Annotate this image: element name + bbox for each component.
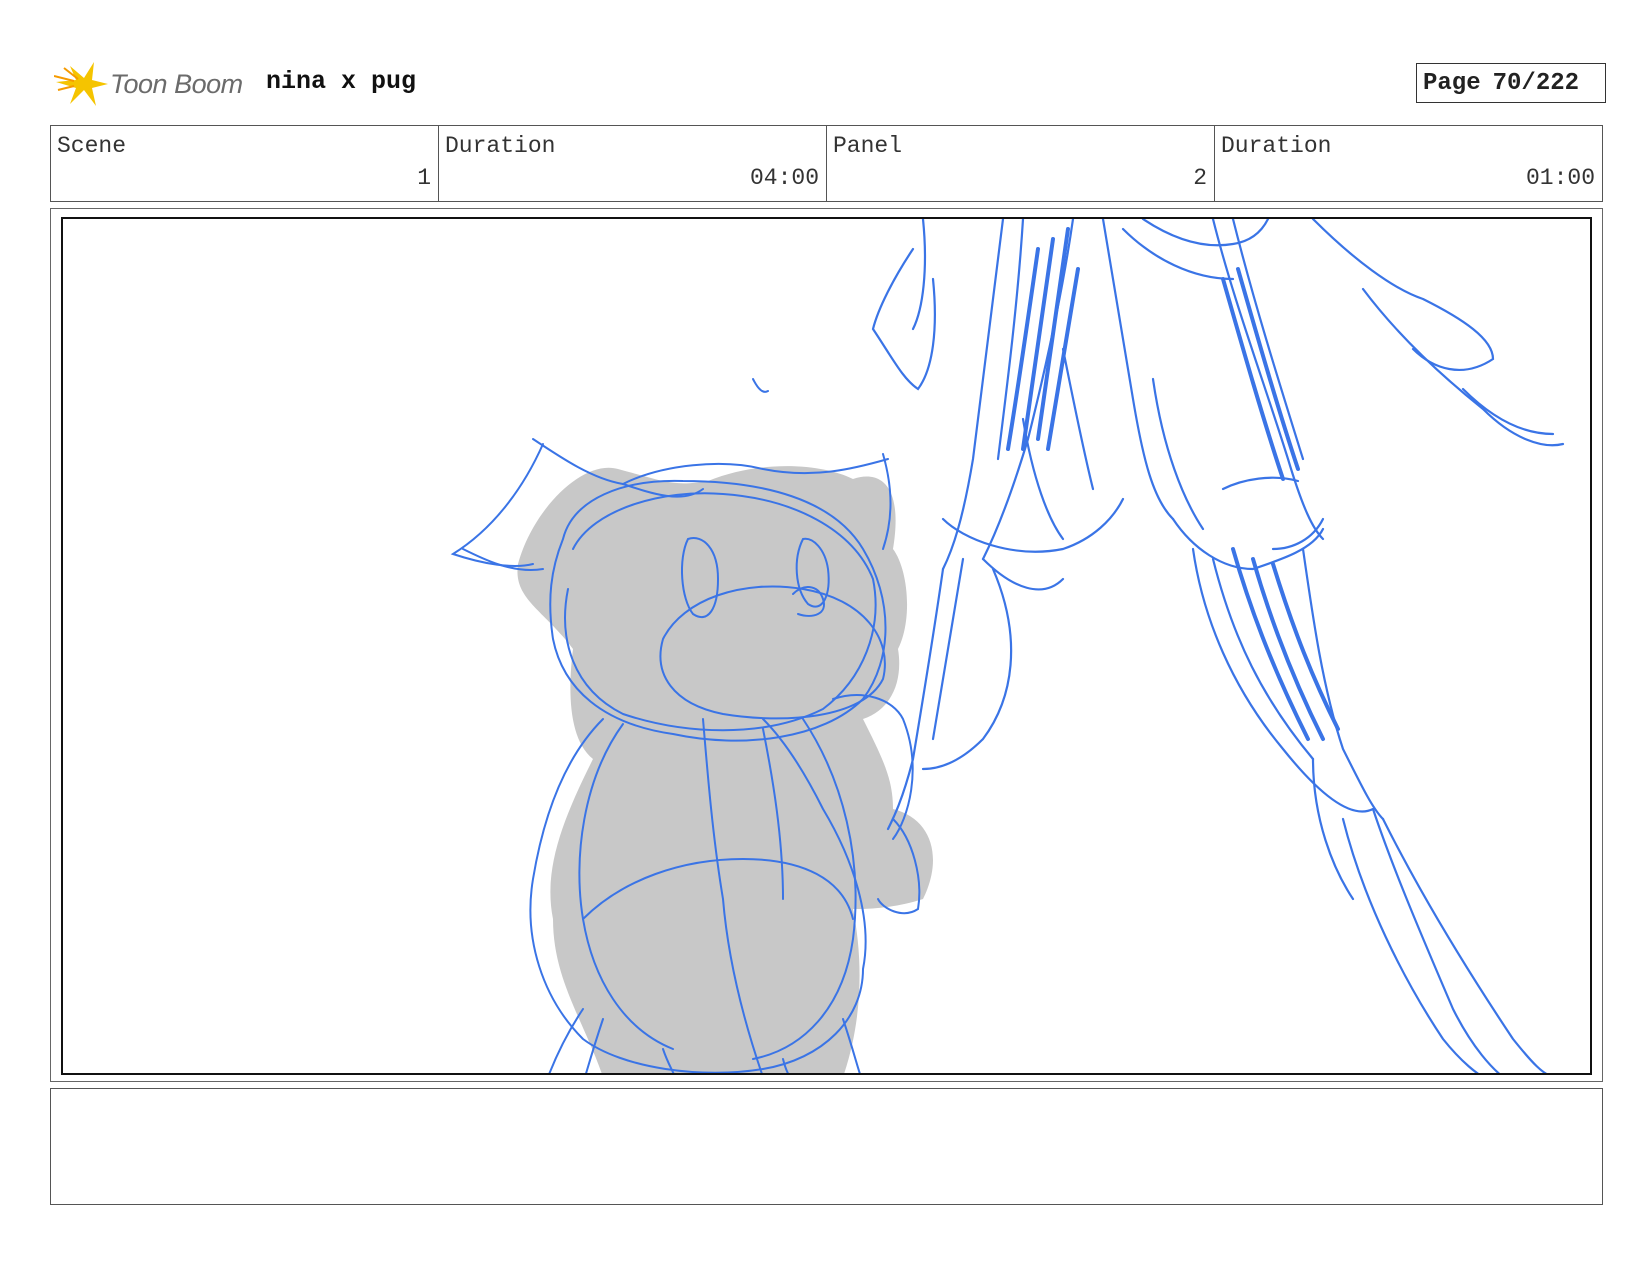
- panel-duration-cell: Duration 01:00: [1215, 126, 1602, 201]
- panel-duration-label: Duration: [1221, 133, 1332, 159]
- pug-fill: [517, 466, 933, 1073]
- panel-cell: Panel 2: [827, 126, 1215, 201]
- scene-duration-value: 04:00: [749, 165, 819, 191]
- legs-shading: [1006, 227, 1340, 741]
- project-title: nina x pug: [266, 67, 417, 96]
- panel-label: Panel: [833, 133, 903, 159]
- page-label: Page: [1423, 69, 1481, 97]
- scene-label: Scene: [57, 133, 127, 159]
- panel-duration-value: 01:00: [1525, 165, 1595, 191]
- legs-sketch: [871, 219, 1565, 1073]
- scene-duration-label: Duration: [445, 133, 556, 159]
- panel-info-row: Scene 1 Duration 04:00 Panel 2 Duration …: [50, 125, 1603, 202]
- logo-text: Toon Boom: [110, 69, 243, 99]
- panel-value: 2: [1193, 165, 1207, 191]
- page-value: 70/222: [1492, 69, 1580, 97]
- scene-cell: Scene 1: [51, 126, 439, 201]
- panel-notes: [50, 1088, 1603, 1205]
- panel-drawing-area: [61, 217, 1592, 1075]
- storyboard-panel: [50, 208, 1603, 1082]
- page-counter: Page 70/222: [1416, 63, 1606, 103]
- toon-boom-logo: Toon Boom: [54, 60, 250, 108]
- scene-duration-cell: Duration 04:00: [439, 126, 827, 201]
- sketch-drawing: [450, 219, 1565, 1073]
- page-header: Toon Boom nina x pug Page 70/222: [52, 56, 1606, 112]
- toon-boom-star-icon: [54, 62, 108, 106]
- scene-value: 1: [417, 165, 431, 191]
